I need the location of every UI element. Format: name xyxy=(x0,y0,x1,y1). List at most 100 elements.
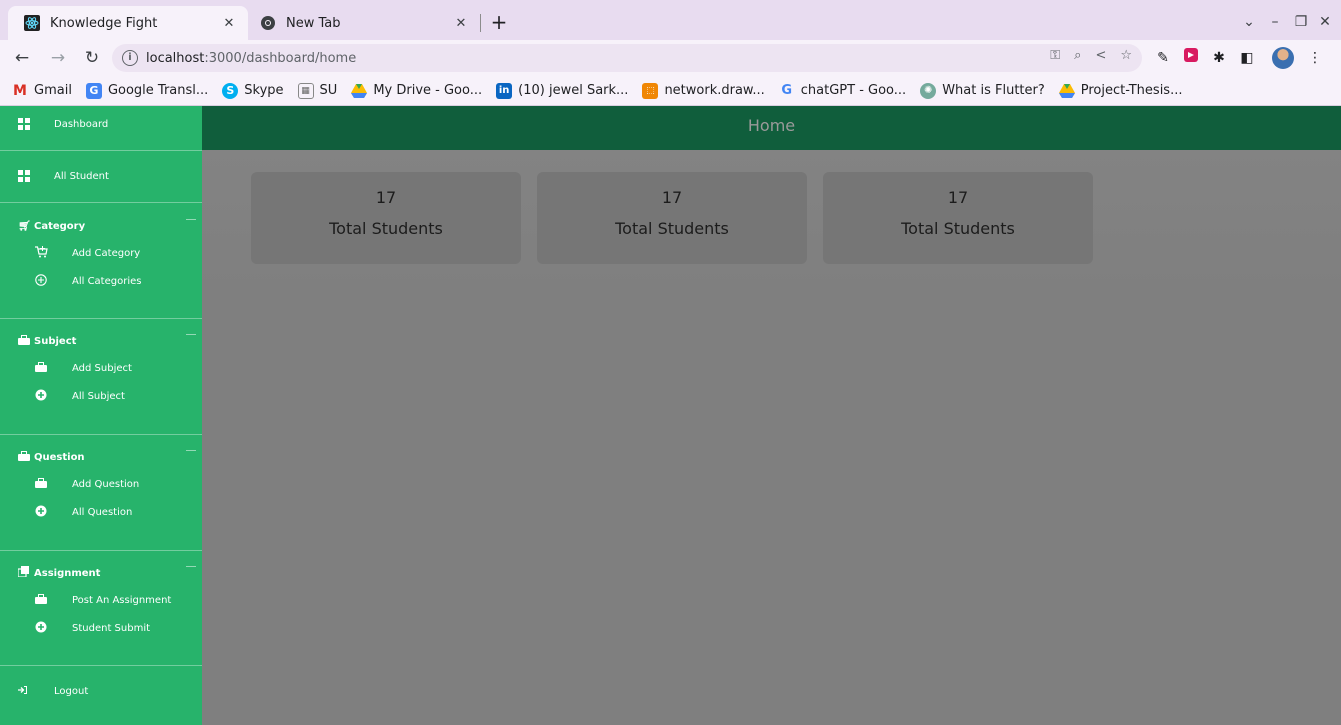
sidebar-section-category[interactable]: 🛒︎ Category xyxy=(0,217,202,235)
sidebar-item-logout[interactable]: Logout xyxy=(0,681,202,701)
stat-value: 17 xyxy=(661,188,683,207)
bookmark-linkedin[interactable]: in (10) jewel Sark... xyxy=(496,82,628,99)
briefcase-icon xyxy=(35,477,49,491)
copy-icon xyxy=(17,566,30,580)
sidebar: Dashboard All Student 🛒︎ Category Add Ca… xyxy=(0,106,202,725)
sidebar-item-all-categories[interactable]: All Categories xyxy=(0,271,202,291)
sidebar-item-label: All Subject xyxy=(72,390,125,402)
sidebar-item-label: All Question xyxy=(72,506,133,518)
minimize-icon[interactable]: – xyxy=(1262,10,1288,34)
bookmark-chatgpt[interactable]: G chatGPT - Goo... xyxy=(779,83,906,99)
stat-value: 17 xyxy=(375,188,397,207)
tab-search-icon[interactable]: ⌄ xyxy=(1236,10,1262,34)
bookmark-label: Project-Thesis... xyxy=(1080,83,1183,98)
key-icon[interactable]: ⚿ xyxy=(1050,48,1060,63)
skype-icon: S xyxy=(222,82,239,99)
stat-label: Total Students xyxy=(901,219,1015,238)
sidebar-item-student-submit[interactable]: Student Submit xyxy=(0,618,202,638)
sidebar-section-question[interactable]: Question xyxy=(0,448,202,466)
bookmark-my-drive[interactable]: My Drive - Goo... xyxy=(351,83,482,99)
sidebar-item-label: All Student xyxy=(54,170,109,182)
info-icon[interactable]: i xyxy=(122,50,138,66)
address-bar[interactable]: i localhost:3000/dashboard/home ⚿ ⌕ < ☆ xyxy=(112,44,1142,72)
sidebar-item-all-student[interactable]: All Student xyxy=(0,166,202,186)
sidebar-item-post-assignment[interactable]: Post An Assignment xyxy=(0,590,202,610)
section-title: Assignment xyxy=(34,567,101,579)
subject-icon xyxy=(18,334,30,348)
briefcase-icon xyxy=(35,361,49,375)
collapse-icon xyxy=(186,566,196,567)
google-drive-icon xyxy=(1058,83,1075,99)
puzzle-icon[interactable]: ✱ xyxy=(1208,48,1230,68)
bookmarks-bar: M Gmail G Google Transl... S Skype ▦ SU … xyxy=(0,76,1341,106)
sidebar-divider xyxy=(0,202,202,203)
stat-label: Total Students xyxy=(329,219,443,238)
bookmark-what-is-flutter[interactable]: ✺ What is Flutter? xyxy=(920,82,1045,99)
sidebar-item-label: Student Submit xyxy=(72,622,151,634)
browser-tab-strip: Knowledge Fight ✕ New Tab ✕ + ⌄ – ❐ ✕ xyxy=(0,0,1341,40)
tab-new-tab[interactable]: New Tab ✕ xyxy=(248,6,480,40)
url-path: :3000/dashboard/home xyxy=(204,50,357,66)
sidebar-item-add-category[interactable]: Add Category xyxy=(0,243,202,263)
close-icon[interactable]: ✕ xyxy=(452,16,470,31)
bookmark-skype[interactable]: S Skype xyxy=(222,82,284,99)
reload-icon[interactable]: ↻ xyxy=(80,46,104,70)
profile-avatar[interactable] xyxy=(1272,47,1294,69)
plus-circle-icon xyxy=(35,621,49,636)
stat-card-total-students: 17 Total Students xyxy=(537,172,807,264)
openai-icon: ✺ xyxy=(920,82,937,99)
sidebar-section-assignment[interactable]: Assignment xyxy=(0,564,202,582)
sidebar-item-dashboard[interactable]: Dashboard xyxy=(0,114,202,134)
extension-red-icon[interactable] xyxy=(1180,48,1202,68)
google-translate-icon: G xyxy=(85,82,102,99)
bookmark-label: What is Flutter? xyxy=(942,83,1045,98)
dashboard-icon xyxy=(18,118,30,130)
section-title: Category xyxy=(34,220,86,232)
plus-circle-icon xyxy=(35,273,49,289)
back-icon[interactable]: ← xyxy=(10,46,34,70)
share-icon[interactable]: < xyxy=(1095,48,1106,63)
sidebar-item-add-question[interactable]: Add Question xyxy=(0,474,202,494)
restore-icon[interactable]: ❐ xyxy=(1288,10,1314,34)
cart-icon: 🛒︎ xyxy=(18,220,31,232)
sidebar-divider xyxy=(0,550,202,551)
react-favicon-icon xyxy=(24,15,40,31)
su-icon: ▦ xyxy=(297,82,314,99)
bookmark-project-thesis[interactable]: Project-Thesis... xyxy=(1058,83,1183,99)
close-window-icon[interactable]: ✕ xyxy=(1312,10,1338,34)
google-icon: G xyxy=(781,83,793,98)
zoom-icon[interactable]: ⌕ xyxy=(1074,48,1081,63)
linkedin-icon: in xyxy=(496,82,513,99)
tab-title: Knowledge Fight xyxy=(50,15,158,31)
sidebar-item-label: Logout xyxy=(54,685,89,697)
sidebar-item-all-subject[interactable]: All Subject xyxy=(0,386,202,406)
menu-icon[interactable]: ⋮ xyxy=(1304,48,1326,68)
star-icon[interactable]: ☆ xyxy=(1120,48,1132,63)
extension-pen-icon[interactable]: ✎ xyxy=(1152,48,1174,68)
sidebar-item-add-subject[interactable]: Add Subject xyxy=(0,358,202,378)
sidebar-item-all-question[interactable]: All Question xyxy=(0,502,202,522)
sidebar-section-subject[interactable]: Subject xyxy=(0,332,202,350)
google-drive-icon xyxy=(351,83,368,99)
sidebar-item-label: All Categories xyxy=(72,275,142,287)
forward-icon[interactable]: → xyxy=(46,46,70,70)
main-content: 17 Total Students 17 Total Students 17 T… xyxy=(202,150,1341,725)
app-header: Home xyxy=(202,106,1341,150)
dashboard-icon xyxy=(18,170,30,182)
bookmark-network-draw[interactable]: ⬚ network.draw... xyxy=(642,82,765,99)
bookmark-google-translate[interactable]: G Google Transl... xyxy=(85,82,209,99)
side-panel-icon[interactable]: ◧ xyxy=(1236,48,1258,68)
sidebar-item-label: Add Category xyxy=(72,247,141,259)
sidebar-item-label: Dashboard xyxy=(54,118,109,130)
browser-toolbar: ← → ↻ i localhost:3000/dashboard/home ⚿ … xyxy=(0,40,1341,76)
bookmark-su[interactable]: ▦ SU xyxy=(297,82,337,99)
close-icon[interactable]: ✕ xyxy=(220,16,238,31)
bookmark-label: Google Transl... xyxy=(107,83,209,98)
bookmark-gmail[interactable]: M Gmail xyxy=(12,83,72,99)
tab-knowledge-fight[interactable]: Knowledge Fight ✕ xyxy=(8,6,248,40)
stat-label: Total Students xyxy=(615,219,729,238)
logout-icon xyxy=(18,685,30,697)
sidebar-item-label: Add Question xyxy=(72,478,140,490)
new-tab-button[interactable]: + xyxy=(486,10,512,36)
sidebar-divider xyxy=(0,150,202,151)
